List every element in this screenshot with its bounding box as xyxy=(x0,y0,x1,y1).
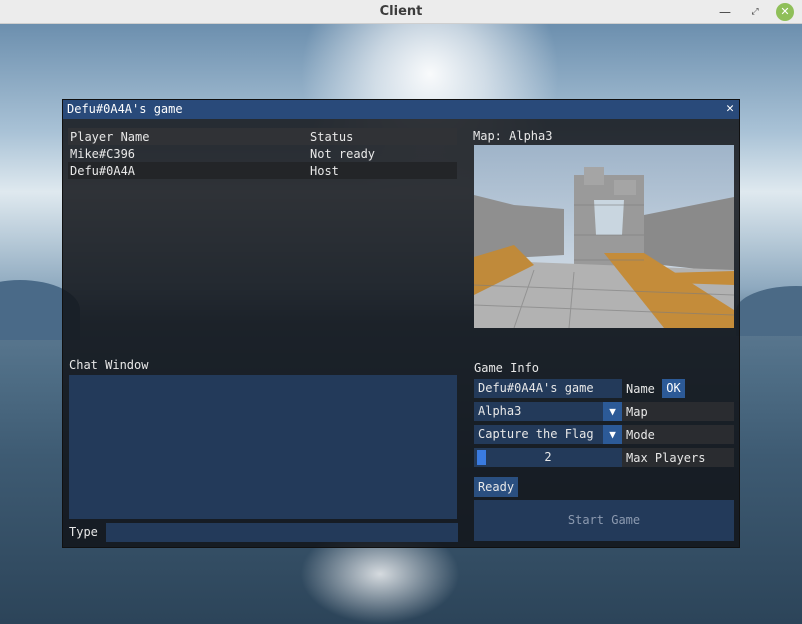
player-name: Mike#C396 xyxy=(70,147,136,161)
player-table: Player Name Status Mike#C396 Not ready D… xyxy=(68,128,457,179)
mode-select[interactable]: Capture the Flag ▼ xyxy=(474,425,622,444)
column-header-status: Status xyxy=(310,130,354,144)
player-name: Defu#0A4A xyxy=(70,164,136,178)
start-game-button[interactable]: Start Game xyxy=(474,500,734,541)
name-label: Name xyxy=(626,382,655,396)
hill-right xyxy=(736,286,802,336)
max-players-label: Max Players xyxy=(626,451,706,465)
close-icon[interactable]: ✕ xyxy=(726,101,734,116)
os-titlebar: Client — ⤢ ✕ xyxy=(0,0,802,24)
map-select[interactable]: Alpha3 ▼ xyxy=(474,402,622,421)
player-status: Host xyxy=(310,164,339,178)
chat-window-label: Chat Window xyxy=(69,358,149,372)
max-players-value: 2 xyxy=(544,450,552,464)
table-header: Player Name Status xyxy=(68,128,457,145)
close-window-icon[interactable]: ✕ xyxy=(776,3,794,21)
player-status: Not ready xyxy=(310,147,376,161)
ok-button[interactable]: OK xyxy=(662,379,685,398)
chat-log[interactable] xyxy=(69,375,457,519)
panel-titlebar[interactable]: Defu#0A4A's game ✕ xyxy=(63,100,739,119)
maximize-icon[interactable]: ⤢ xyxy=(746,3,764,21)
minimize-icon[interactable]: — xyxy=(716,3,734,21)
mode-field-label: Mode xyxy=(626,428,655,442)
map-field-label: Map xyxy=(626,405,648,419)
ready-button[interactable]: Ready xyxy=(474,477,518,497)
chevron-down-icon[interactable]: ▼ xyxy=(603,402,622,421)
table-row[interactable]: Mike#C396 Not ready xyxy=(68,145,457,162)
chevron-down-icon[interactable]: ▼ xyxy=(603,425,622,444)
map-select-value: Alpha3 xyxy=(478,404,522,418)
column-header-player-name: Player Name xyxy=(70,130,150,144)
game-name-value: Defu#0A4A's game xyxy=(478,381,594,395)
map-preview-image xyxy=(474,145,734,328)
table-row[interactable]: Defu#0A4A Host xyxy=(68,162,457,179)
window-title: Client xyxy=(379,4,423,19)
map-label: Map: Alpha3 xyxy=(473,129,553,143)
game-name-input[interactable]: Defu#0A4A's game xyxy=(474,379,622,398)
mode-select-value: Capture the Flag xyxy=(478,427,594,441)
game-info-label: Game Info xyxy=(474,361,540,375)
max-players-slider[interactable]: 2 xyxy=(474,448,622,467)
map-preview-icon xyxy=(474,145,734,328)
chat-input[interactable] xyxy=(106,523,458,542)
type-label: Type xyxy=(69,525,98,539)
panel-title: Defu#0A4A's game xyxy=(67,102,183,116)
game-lobby-panel: Defu#0A4A's game ✕ Player Name Status Mi… xyxy=(62,99,740,548)
